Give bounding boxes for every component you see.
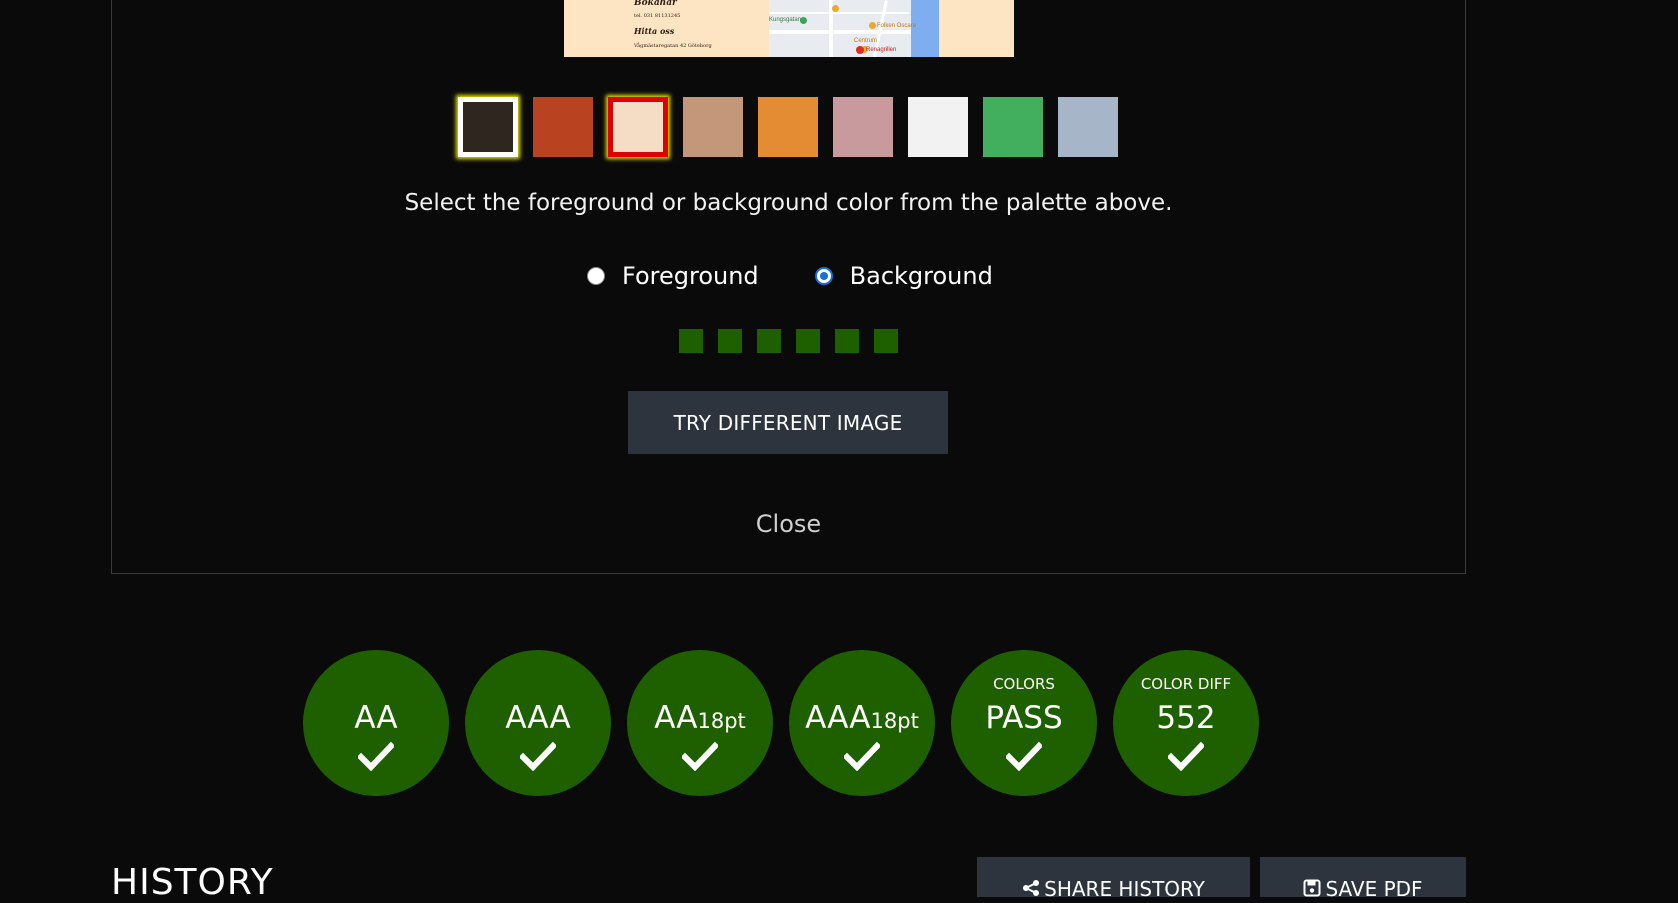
result-value: AA18pt <box>627 700 773 736</box>
palette-swatch[interactable] <box>458 97 518 157</box>
share-history-button[interactable]: SHARE HISTORY <box>977 857 1250 901</box>
preview-text: Vågmästaregatan 42 Göteborg <box>634 43 712 49</box>
foreground-radio[interactable] <box>587 267 605 285</box>
check-icon <box>680 741 720 772</box>
result-caption: COLORS <box>993 675 1055 693</box>
map-label: Renagrillen <box>866 47 897 53</box>
save-pdf-button[interactable]: SAVE PDF <box>1260 857 1466 901</box>
result-badge: COLORS PASS <box>951 650 1097 796</box>
map-label: Folken Oscara <box>877 23 917 29</box>
result-value-text: AAA <box>505 700 571 736</box>
progress-dot <box>835 329 859 353</box>
map-label: Kungsgatan <box>769 17 802 23</box>
image-preview: Bokahar tel. 031 81131245 Hitta oss Vågm… <box>564 0 1014 57</box>
result-value-text: AAA <box>805 700 871 736</box>
history-title: HISTORY <box>111 862 274 903</box>
check-icon <box>1166 741 1206 772</box>
check-icon <box>1004 741 1044 772</box>
result-value-text: AA <box>654 700 698 736</box>
result-value: 552 <box>1113 700 1259 736</box>
palette-swatch[interactable] <box>983 97 1043 157</box>
palette-instruction: Select the foreground or background colo… <box>404 190 1173 216</box>
result-value-text: AA <box>354 700 398 736</box>
result-value-text: PASS <box>985 700 1063 736</box>
preview-text: Bokahar <box>634 0 677 8</box>
preview-text: tel. 031 81131245 <box>634 13 681 19</box>
map-pin-icon <box>856 46 864 54</box>
preview-map: Kungsgatan Folken Oscara Centrum Renagri… <box>769 0 939 57</box>
result-value: AAA <box>465 700 611 736</box>
result-badge: AAA <box>465 650 611 796</box>
palette-swatch[interactable] <box>1058 97 1118 157</box>
result-size-suffix: 18pt <box>697 709 746 733</box>
check-icon <box>518 741 558 772</box>
palette-swatch[interactable] <box>758 97 818 157</box>
foreground-label: Foreground <box>622 262 759 290</box>
background-radio[interactable] <box>814 267 833 285</box>
map-pin-icon <box>832 5 839 12</box>
progress-dot <box>718 329 742 353</box>
result-value: AA <box>303 700 449 736</box>
result-value: PASS <box>951 700 1097 736</box>
foreground-option[interactable]: Foreground <box>587 262 759 290</box>
result-size-suffix: 18pt <box>870 709 919 733</box>
palette-swatch[interactable] <box>608 97 668 157</box>
share-icon <box>1023 880 1040 896</box>
result-caption: COLOR DIFF <box>1140 675 1232 693</box>
result-badge: AAA18pt <box>789 650 935 796</box>
palette-swatch[interactable] <box>683 97 743 157</box>
check-icon <box>356 741 396 772</box>
progress-dot <box>796 329 820 353</box>
contrast-results: AA AAA AA18pt AAA18pt COLORS PASS COLOR DIFF 55… <box>303 650 1259 796</box>
progress-dot <box>679 329 703 353</box>
palette-swatch[interactable] <box>533 97 593 157</box>
save-icon <box>1303 879 1321 897</box>
result-badge: AA18pt <box>627 650 773 796</box>
background-option[interactable]: Background <box>814 262 993 290</box>
progress-dots <box>679 329 898 353</box>
palette-swatch[interactable] <box>833 97 893 157</box>
progress-dot <box>874 329 898 353</box>
result-badge: AA <box>303 650 449 796</box>
try-different-image-button[interactable]: TRY DIFFERENT IMAGE <box>628 391 948 454</box>
result-value-text: 552 <box>1156 700 1216 736</box>
map-pin-icon <box>869 22 876 29</box>
share-history-label: SHARE HISTORY <box>1044 877 1205 901</box>
preview-menu-area: Bokahar tel. 031 81131245 Hitta oss Vågm… <box>564 0 769 57</box>
result-value: AAA18pt <box>789 700 935 736</box>
save-pdf-label: SAVE PDF <box>1325 877 1423 901</box>
color-target-radios: Foreground Background <box>587 262 993 290</box>
close-button[interactable]: Close <box>0 510 1577 538</box>
color-palette <box>458 97 1118 157</box>
result-badge: COLOR DIFF 552 <box>1113 650 1259 796</box>
progress-dot <box>757 329 781 353</box>
palette-swatch[interactable] <box>908 97 968 157</box>
map-pin-icon <box>800 17 807 24</box>
preview-text: Hitta oss <box>634 26 675 36</box>
map-label: Centrum <box>854 38 878 44</box>
check-icon <box>842 741 882 772</box>
background-label: Background <box>849 262 993 290</box>
